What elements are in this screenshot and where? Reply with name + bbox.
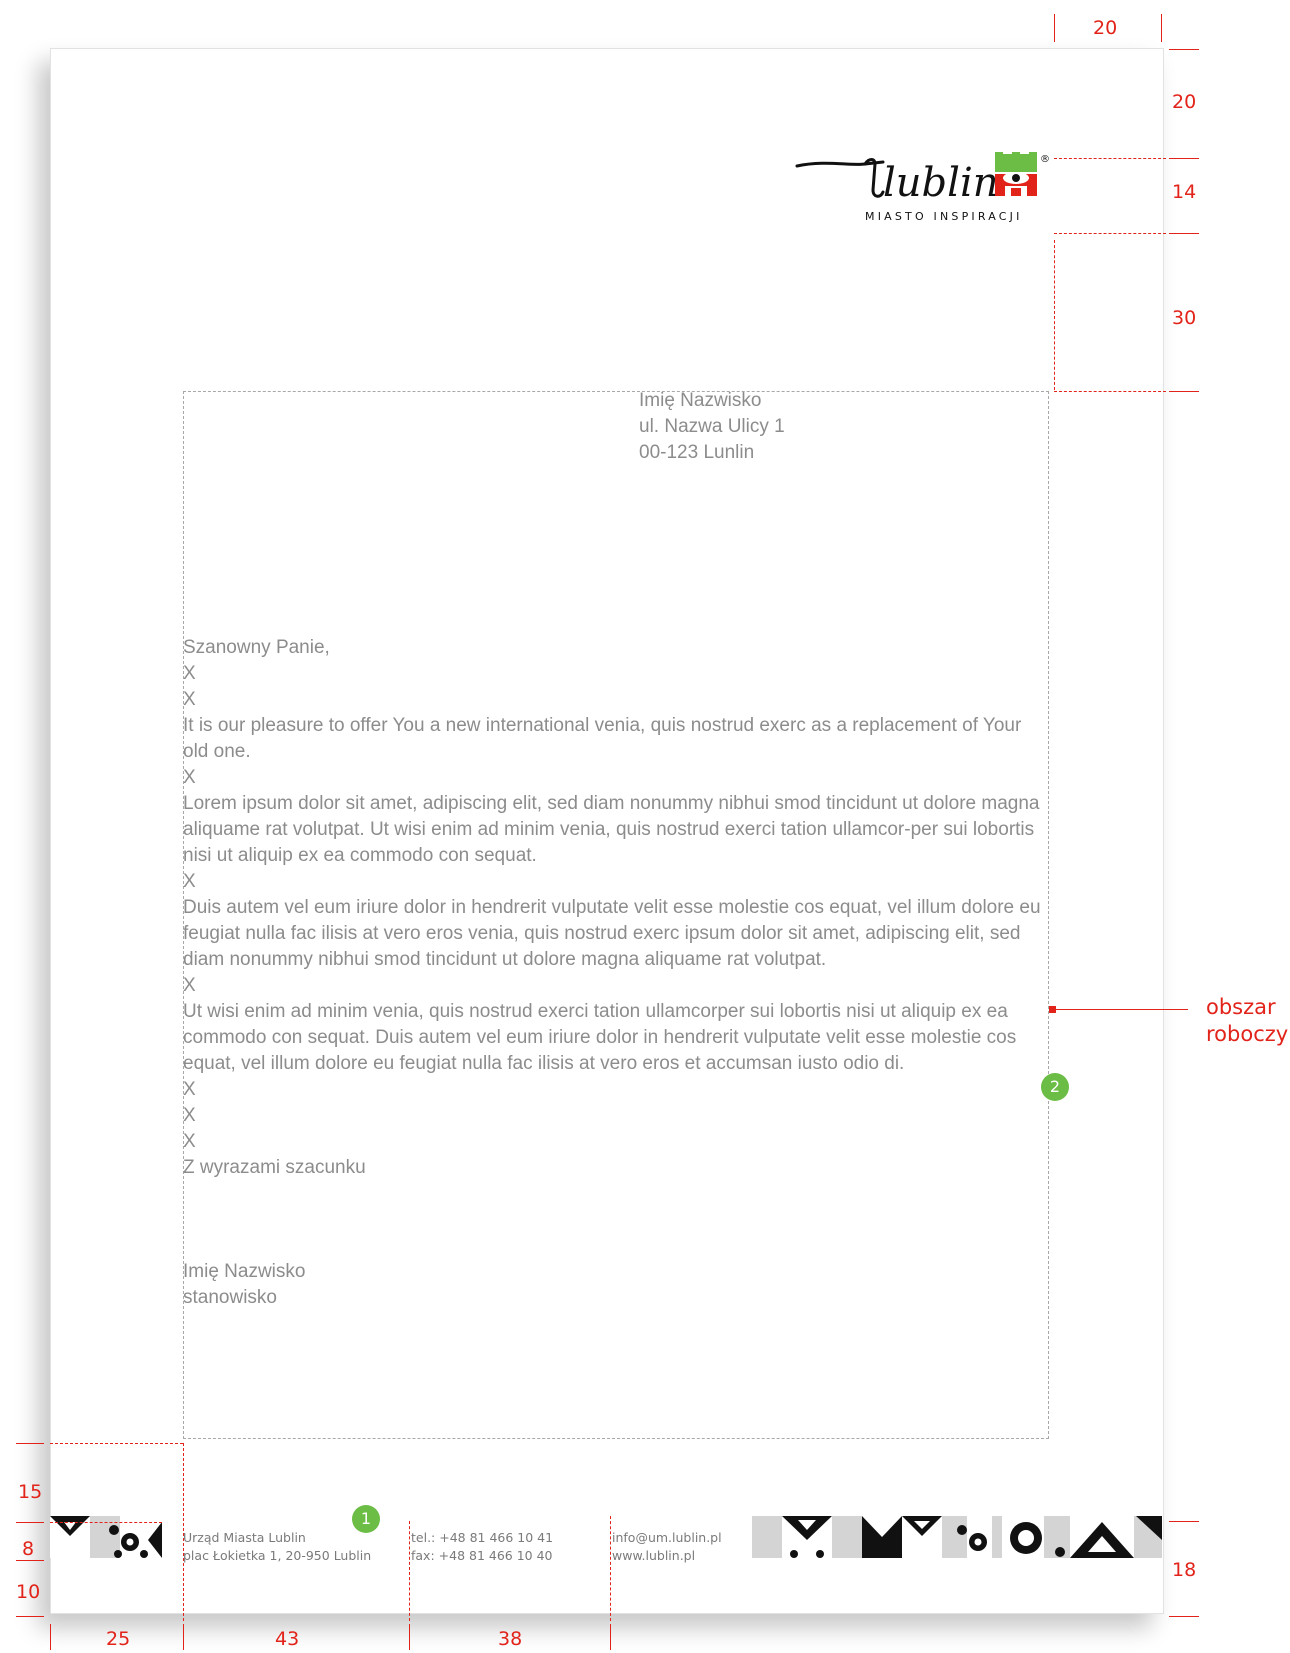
dim-label: 14: [1172, 181, 1197, 203]
email-link[interactable]: info@um.lublin.pl: [612, 1529, 722, 1547]
dim-label: 8: [22, 1538, 35, 1560]
spacer-mark: X: [183, 1079, 196, 1100]
dim-label: 25: [106, 1628, 131, 1650]
footer-phone: tel.: +48 81 466 10 41 fax: +48 81 466 1…: [411, 1529, 553, 1565]
recipient-city: 00-123 Lunlin: [639, 442, 755, 463]
recipient-name: Imię Nazwisko: [639, 390, 762, 411]
spacer-mark: X: [183, 975, 196, 996]
svg-text:®: ®: [1040, 154, 1050, 165]
guide-line: [610, 1624, 611, 1650]
office-address: plac Łokietka 1, 20-950 Lublin: [183, 1548, 372, 1563]
logo-tagline: MIASTO INSPIRACJI: [865, 210, 1023, 223]
dim-label: 15: [18, 1481, 43, 1503]
guide-line: [183, 1624, 184, 1650]
guide-dash: [50, 1522, 162, 1523]
footer-contact: info@um.lublin.pl www.lublin.pl: [612, 1529, 722, 1565]
tel-number: tel.: +48 81 466 10 41: [411, 1530, 554, 1545]
lublin-wordmark-graphic: lublin ®: [795, 152, 1050, 206]
guide-line: [1169, 1616, 1199, 1617]
lublin-logo: lublin ® MIASTO INSPIRACJI: [795, 148, 1075, 238]
fax-number: fax: +48 81 466 10 40: [411, 1548, 553, 1563]
guide-dash: [50, 1443, 183, 1444]
spacer-mark: X: [183, 689, 196, 710]
signature-name: Imię Nazwisko: [183, 1261, 306, 1282]
dim-label: 20: [1093, 17, 1118, 39]
dim-label: 20: [1172, 91, 1197, 113]
dim-label: 38: [498, 1628, 523, 1650]
paragraph: Ut wisi enim ad minim venia, quis nostru…: [183, 1001, 1017, 1074]
guide-line: [1169, 49, 1199, 50]
dim-label: 18: [1172, 1559, 1197, 1581]
paragraph: Duis autem vel eum iriure dolor in hendr…: [183, 897, 1041, 970]
folk-pattern-graphic: [752, 1516, 1162, 1558]
office-name: Urząd Miasta Lublin: [183, 1530, 306, 1545]
guide-dash: [409, 1521, 410, 1621]
guide-line: [16, 1560, 44, 1561]
guide-dash: [183, 1443, 184, 1621]
guide-line: [1169, 233, 1199, 234]
footer-pattern-left: [50, 1516, 162, 1563]
work-area-label: obszar roboczy: [1206, 995, 1289, 1046]
guide-dash: [1054, 233, 1166, 234]
recipient-street: ul. Nazwa Ulicy 1: [639, 416, 785, 437]
greeting: Szanowny Panie,: [183, 637, 330, 658]
dim-label: 30: [1172, 307, 1197, 329]
guide-line: [16, 1522, 44, 1523]
footer-pattern-right: [752, 1516, 1162, 1563]
guide-line: [50, 1624, 51, 1650]
guide-line: [1054, 14, 1055, 42]
spacer-mark: X: [183, 767, 196, 788]
marker-2: 2: [1041, 1073, 1069, 1101]
letter-body: Szanowny Panie, X X It is our pleasure t…: [183, 635, 1045, 1311]
guide-line: [1169, 158, 1199, 159]
spacer-mark: X: [183, 1131, 196, 1152]
guide-line: [16, 1616, 44, 1617]
spacer-mark: X: [183, 663, 196, 684]
signature-title: stanowisko: [183, 1287, 277, 1308]
guide-dash: [1054, 391, 1166, 392]
marker-1: 1: [352, 1505, 380, 1533]
spacer-mark: X: [183, 871, 196, 892]
spacer-mark: X: [183, 1105, 196, 1126]
dim-label: 43: [275, 1628, 300, 1650]
guide-dash: [610, 1516, 611, 1621]
closing: Z wyrazami szacunku: [183, 1157, 366, 1178]
guide-line: [16, 1443, 44, 1444]
footer-office: Urząd Miasta Lublin plac Łokietka 1, 20-…: [183, 1529, 371, 1565]
guide-line: [1169, 1521, 1199, 1522]
work-area-callout-line: [1052, 1009, 1188, 1010]
dim-label: 10: [16, 1581, 41, 1603]
guide-line: [409, 1624, 410, 1650]
web-link[interactable]: www.lublin.pl: [612, 1547, 722, 1565]
guide-line: [1169, 391, 1199, 392]
guide-dash: [1054, 240, 1055, 390]
svg-text:lublin: lublin: [883, 160, 999, 206]
paragraph: Lorem ipsum dolor sit amet, adipiscing e…: [183, 793, 1040, 866]
guide-line: [1161, 14, 1162, 42]
recipient-block: Imię Nazwisko ul. Nazwa Ulicy 1 00-123 L…: [639, 388, 785, 466]
work-area-callout-dot: [1049, 1006, 1056, 1013]
guide-dash: [1054, 158, 1166, 159]
paragraph: It is our pleasure to offer You a new in…: [183, 715, 1022, 762]
